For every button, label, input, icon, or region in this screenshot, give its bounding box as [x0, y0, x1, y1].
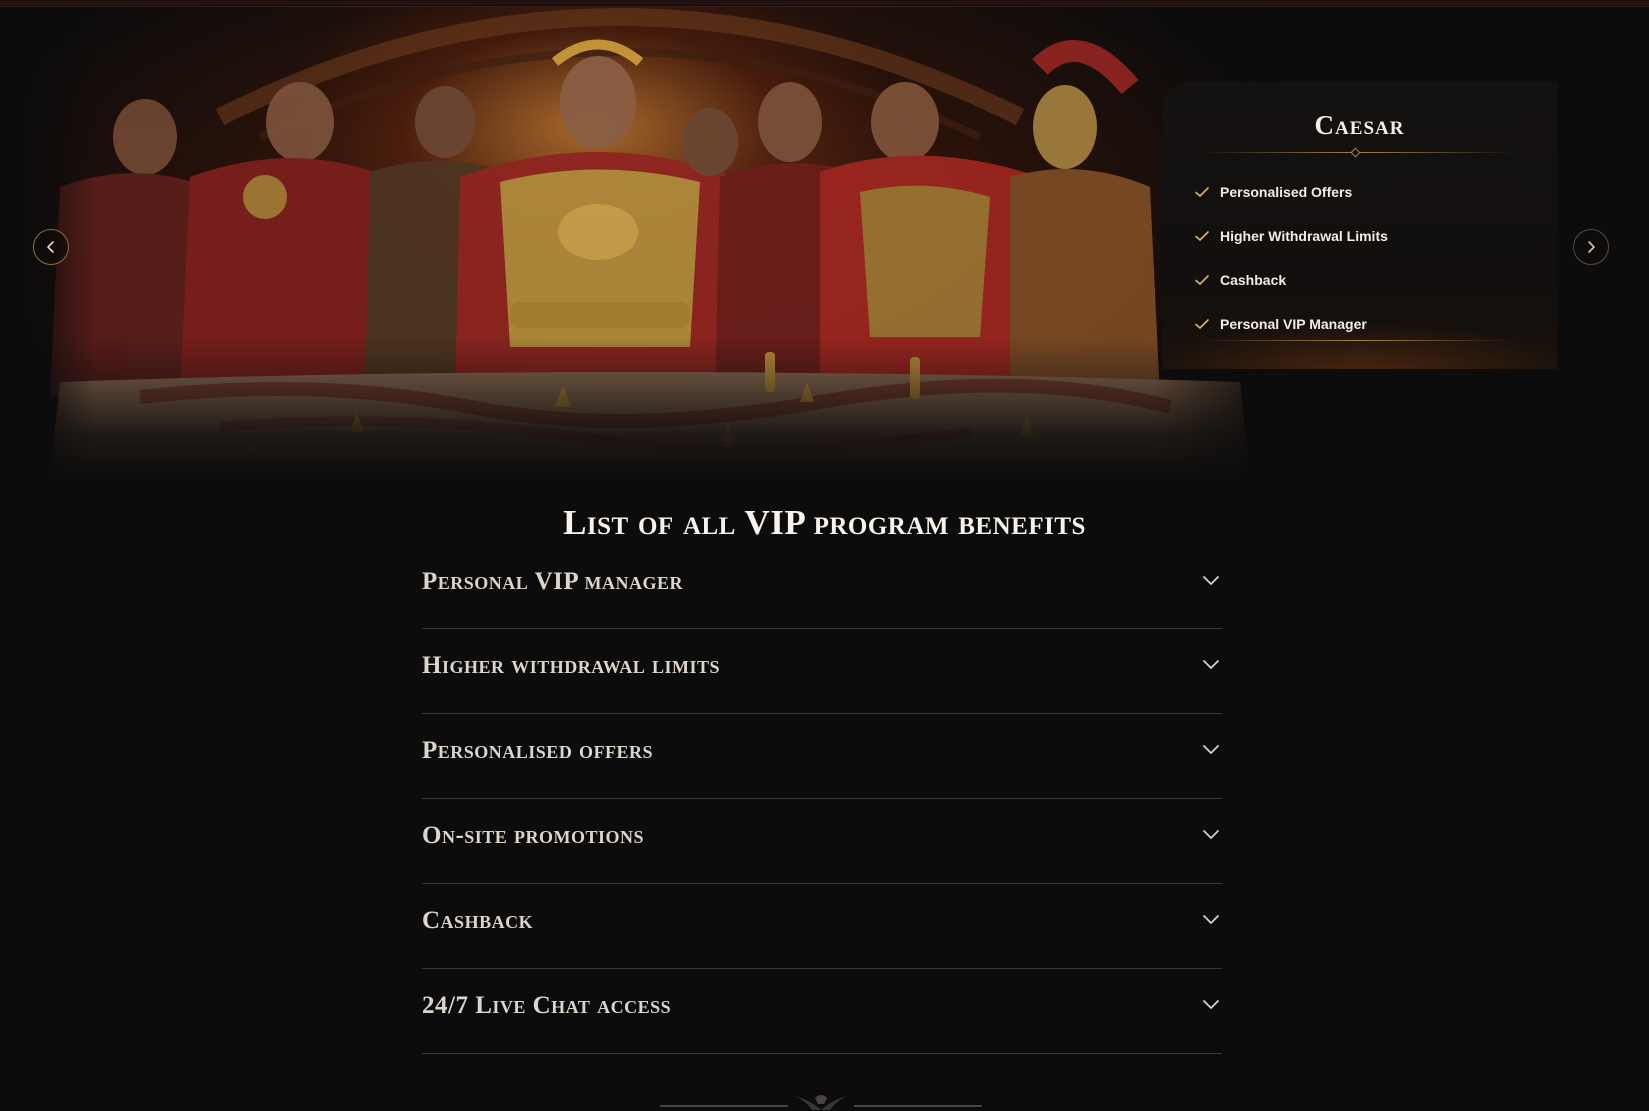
eagle-emblem-icon — [660, 1095, 982, 1110]
tier-benefit-label: Personal VIP Manager — [1220, 316, 1367, 332]
hero-banner: Caesar Personalised Offers Higher Withdr… — [0, 7, 1649, 477]
tier-benefit-label: Higher Withdrawal Limits — [1220, 228, 1388, 244]
accordion-item-live-chat-access[interactable]: 24/7 Live Chat access — [422, 969, 1222, 1054]
tier-benefits-list: Personalised Offers Higher Withdrawal Li… — [1194, 170, 1388, 346]
accordion-label: Personalised offers — [422, 737, 654, 764]
benefits-accordion: Personal VIP manager Higher withdrawal l… — [422, 545, 1222, 1054]
check-icon — [1195, 187, 1209, 197]
chevron-left-icon — [47, 241, 54, 253]
tier-benefit-item: Higher Withdrawal Limits — [1194, 214, 1388, 258]
chevron-right-icon — [1588, 241, 1595, 253]
chevron-down-icon[interactable] — [1200, 738, 1222, 760]
tier-benefit-item: Personalised Offers — [1194, 170, 1388, 214]
accordion-label: 24/7 Live Chat access — [422, 992, 672, 1019]
accordion-item-personalised-offers[interactable]: Personalised offers — [422, 714, 1222, 799]
vip-tier-card: Caesar Personalised Offers Higher Withdr… — [1162, 82, 1557, 369]
check-icon — [1195, 231, 1209, 241]
carousel-next-button[interactable] — [1573, 229, 1609, 265]
accordion-item-higher-withdrawal-limits[interactable]: Higher withdrawal limits — [422, 629, 1222, 714]
accordion-label: On-site promotions — [422, 822, 645, 849]
chevron-down-icon[interactable] — [1200, 993, 1222, 1015]
accordion-item-personal-vip-manager[interactable]: Personal VIP manager — [422, 545, 1222, 629]
carousel-prev-button[interactable] — [33, 229, 69, 265]
check-icon — [1195, 275, 1209, 285]
accordion-label: Cashback — [422, 907, 534, 934]
accordion-label: Higher withdrawal limits — [422, 652, 721, 679]
top-border — [0, 0, 1649, 7]
tier-benefit-label: Cashback — [1220, 272, 1287, 288]
chevron-down-icon[interactable] — [1200, 569, 1222, 591]
benefits-title: List of all VIP program benefits — [563, 503, 1086, 542]
chevron-down-icon[interactable] — [1200, 823, 1222, 845]
tier-divider-bottom — [1202, 340, 1514, 341]
tier-divider-top — [1202, 147, 1514, 158]
accordion-label: Personal VIP manager — [422, 568, 684, 595]
chevron-down-icon[interactable] — [1200, 653, 1222, 675]
tier-benefit-item: Cashback — [1194, 258, 1388, 302]
accordion-item-cashback[interactable]: Cashback — [422, 884, 1222, 969]
tier-benefit-label: Personalised Offers — [1220, 184, 1353, 200]
tier-title: Caesar — [1314, 110, 1405, 140]
chevron-down-icon[interactable] — [1200, 908, 1222, 930]
accordion-item-on-site-promotions[interactable]: On-site promotions — [422, 799, 1222, 884]
check-icon — [1195, 319, 1209, 329]
